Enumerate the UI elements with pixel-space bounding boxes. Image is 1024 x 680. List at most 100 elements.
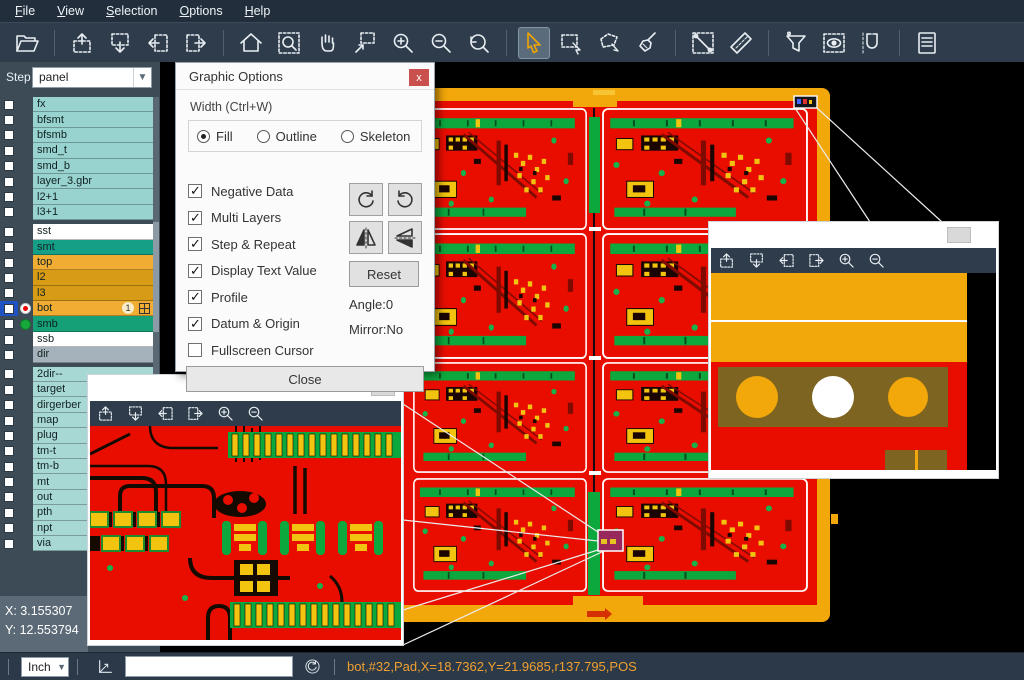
layer-checkbox[interactable] bbox=[0, 536, 18, 551]
layer-name[interactable]: smt bbox=[33, 240, 153, 255]
layer-name[interactable]: bfsmt bbox=[33, 112, 153, 127]
layer-name[interactable]: smd_t bbox=[33, 143, 153, 158]
move-down-button[interactable] bbox=[747, 251, 766, 270]
move-up-button[interactable] bbox=[66, 27, 98, 59]
radio-skeleton[interactable]: Skeleton bbox=[341, 129, 411, 144]
layer-row-ssb[interactable]: ssb bbox=[0, 332, 153, 347]
dialog-close-button[interactable]: Close bbox=[186, 366, 424, 392]
layer-row-smd_b[interactable]: smd_b bbox=[0, 159, 153, 174]
move-up-button[interactable] bbox=[96, 404, 115, 423]
layer-row-fx[interactable]: fx bbox=[0, 97, 153, 112]
layer-checkbox[interactable] bbox=[0, 159, 18, 174]
clean-brush-button[interactable] bbox=[632, 27, 664, 59]
layer-checkbox[interactable] bbox=[0, 128, 18, 143]
layer-checkbox[interactable] bbox=[0, 270, 18, 285]
pan-hand-button[interactable] bbox=[311, 27, 343, 59]
layer-name[interactable]: l3 bbox=[33, 286, 153, 301]
zoom-in-button[interactable] bbox=[387, 27, 419, 59]
radio-fill[interactable]: Fill bbox=[197, 129, 233, 144]
measure-distance-button[interactable] bbox=[687, 27, 719, 59]
flip-horizontal-button[interactable] bbox=[349, 221, 383, 254]
layer-checkbox[interactable] bbox=[0, 490, 18, 505]
zoom-window-button[interactable] bbox=[273, 27, 305, 59]
layer-checkbox[interactable] bbox=[0, 474, 18, 489]
layer-name[interactable]: smd_b bbox=[33, 159, 153, 174]
checkbox-datum-origin[interactable]: Datum & Origin bbox=[188, 311, 336, 338]
measure-angle-icon[interactable] bbox=[96, 657, 115, 676]
open-folder-button[interactable] bbox=[11, 27, 43, 59]
command-input[interactable] bbox=[125, 656, 293, 677]
layer-checkbox[interactable] bbox=[0, 143, 18, 158]
layer-name[interactable]: bot1 bbox=[33, 301, 153, 316]
flip-vertical-button[interactable] bbox=[388, 221, 422, 254]
layer-checkbox[interactable] bbox=[0, 189, 18, 204]
checkbox-negative-data[interactable]: Negative Data bbox=[188, 178, 336, 205]
move-left-button[interactable] bbox=[777, 251, 796, 270]
preview-eye-button[interactable] bbox=[818, 27, 850, 59]
layer-checkbox[interactable] bbox=[0, 505, 18, 520]
layer-checkbox[interactable] bbox=[0, 382, 18, 397]
move-down-button[interactable] bbox=[126, 404, 145, 423]
select-rectangle-button[interactable] bbox=[556, 27, 588, 59]
zoom-out-button[interactable] bbox=[867, 251, 886, 270]
layer-row-l3+1[interactable]: l3+1 bbox=[0, 205, 153, 220]
layer-checkbox[interactable] bbox=[0, 347, 18, 362]
layer-row-top[interactable]: top bbox=[0, 255, 153, 270]
layer-row-smb[interactable]: smb bbox=[0, 316, 153, 331]
layer-checkbox[interactable] bbox=[0, 428, 18, 443]
layer-row-l3[interactable]: l3 bbox=[0, 286, 153, 301]
rotate-ccw-button[interactable] bbox=[388, 183, 422, 216]
layer-checkbox[interactable] bbox=[0, 240, 18, 255]
layer-row-bot[interactable]: bot1 bbox=[0, 301, 153, 316]
move-left-button[interactable] bbox=[156, 404, 175, 423]
move-right-button[interactable] bbox=[807, 251, 826, 270]
reset-button[interactable]: Reset bbox=[349, 261, 419, 287]
layer-checkbox[interactable] bbox=[0, 205, 18, 220]
layer-checkbox[interactable] bbox=[0, 444, 18, 459]
close-icon[interactable]: x bbox=[409, 69, 429, 86]
magnifier-right-titlebar[interactable] bbox=[711, 222, 996, 248]
layer-checkbox[interactable] bbox=[0, 112, 18, 127]
layer-name[interactable]: l2 bbox=[33, 270, 153, 285]
move-view-button[interactable] bbox=[349, 27, 381, 59]
layer-row-sst[interactable]: sst bbox=[0, 224, 153, 239]
layers-panel-button[interactable] bbox=[911, 27, 943, 59]
zoom-out-button[interactable] bbox=[425, 27, 457, 59]
layer-name[interactable]: sst bbox=[33, 224, 153, 239]
select-polygon-button[interactable] bbox=[594, 27, 626, 59]
layer-checkbox[interactable] bbox=[0, 332, 18, 347]
select-cursor-button[interactable] bbox=[518, 27, 550, 59]
layer-checkbox[interactable] bbox=[0, 459, 18, 474]
layer-row-layer_3.gbr[interactable]: layer_3.gbr bbox=[0, 174, 153, 189]
radio-outline[interactable]: Outline bbox=[257, 129, 317, 144]
home-button[interactable] bbox=[235, 27, 267, 59]
layer-row-smd_t[interactable]: smd_t bbox=[0, 143, 153, 158]
layer-name[interactable]: ssb bbox=[33, 332, 153, 347]
layer-name[interactable]: smb bbox=[33, 316, 153, 331]
zoom-in-button[interactable] bbox=[216, 404, 235, 423]
checkbox-step-repeat[interactable]: Step & Repeat bbox=[188, 231, 336, 258]
magnifier-popup-left[interactable] bbox=[88, 375, 403, 645]
layer-row-l2+1[interactable]: l2+1 bbox=[0, 189, 153, 204]
layer-name[interactable]: l2+1 bbox=[33, 189, 153, 204]
layer-name[interactable]: l3+1 bbox=[33, 205, 153, 220]
checkbox-profile[interactable]: Profile bbox=[188, 284, 336, 311]
layer-name[interactable]: bfsmb bbox=[33, 128, 153, 143]
refresh-icon[interactable] bbox=[303, 657, 322, 676]
menu-help[interactable]: Help bbox=[234, 2, 282, 20]
layer-checkbox[interactable] bbox=[0, 367, 18, 382]
layer-row-bfsmt[interactable]: bfsmt bbox=[0, 112, 153, 127]
layer-name[interactable]: fx bbox=[33, 97, 153, 112]
zoom-previous-button[interactable] bbox=[463, 27, 495, 59]
move-up-button[interactable] bbox=[717, 251, 736, 270]
layer-checkbox[interactable] bbox=[0, 397, 18, 412]
layer-checkbox[interactable] bbox=[0, 316, 18, 331]
layer-checkbox[interactable] bbox=[0, 301, 18, 316]
menu-file[interactable]: File bbox=[4, 2, 46, 20]
layer-checkbox[interactable] bbox=[0, 413, 18, 428]
step-select[interactable]: panel ▼ bbox=[32, 67, 152, 88]
layer-checkbox[interactable] bbox=[0, 255, 18, 270]
ruler-button[interactable] bbox=[725, 27, 757, 59]
layer-row-dir[interactable]: dir bbox=[0, 347, 153, 362]
layer-checkbox[interactable] bbox=[0, 174, 18, 189]
